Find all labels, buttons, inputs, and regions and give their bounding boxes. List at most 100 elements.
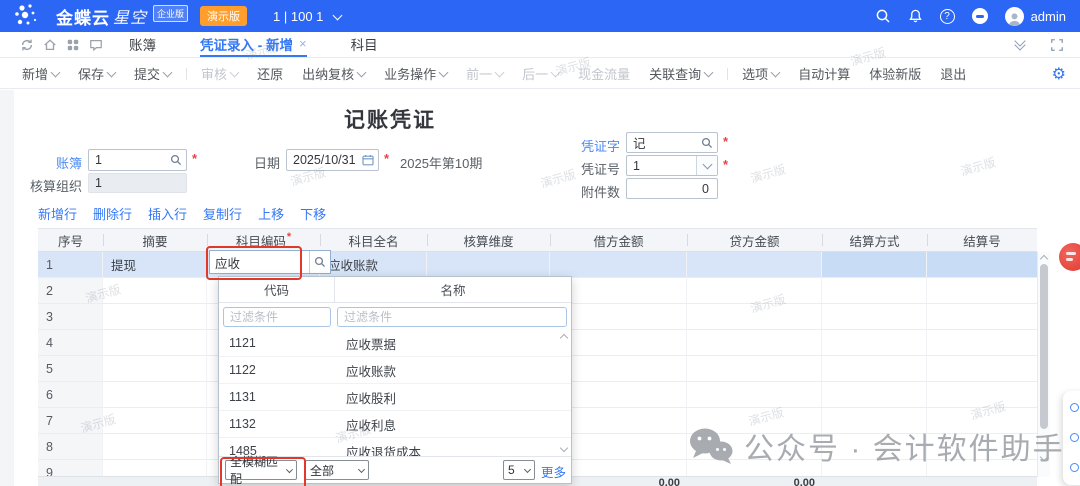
scrollbar-thumb[interactable] [1040, 264, 1048, 429]
row-settle-no-cell[interactable] [927, 382, 1037, 407]
dropdown-option[interactable]: 1131 应收股利 [219, 384, 571, 411]
fullscreen-icon[interactable] [1050, 38, 1064, 52]
copy-row-link[interactable]: 复制行 [203, 204, 242, 223]
gear-icon[interactable]: ⚙ [1052, 64, 1066, 83]
avatar[interactable] [1005, 7, 1024, 26]
row-seq-cell[interactable]: 4 [38, 330, 103, 355]
row-settle-no-cell[interactable] [927, 460, 1037, 477]
scope-select[interactable]: 全部 [305, 460, 369, 480]
help-icon[interactable]: ? [940, 9, 955, 24]
vertical-scrollbar[interactable] [1037, 252, 1050, 477]
lookup-search-icon[interactable] [309, 251, 330, 273]
floating-side-panel[interactable] [1063, 391, 1080, 485]
row-settle-no-cell[interactable] [927, 278, 1037, 303]
toolbar-try-new-version-button[interactable]: 体验新版 [869, 64, 921, 83]
toolbar-auto-calc-button[interactable]: 自动计算 [798, 64, 850, 83]
row-seq-cell[interactable]: 9 [38, 460, 103, 477]
chevron-down-icon[interactable] [696, 156, 717, 175]
date-input[interactable] [287, 150, 358, 170]
toolbar-business-ops-button[interactable]: 业务操作 [384, 64, 447, 83]
row-seq-cell[interactable]: 5 [38, 356, 103, 381]
voucher-no-input[interactable] [627, 156, 696, 175]
tab-accounts[interactable]: 科目 [351, 32, 378, 57]
row-settle-method-cell[interactable] [822, 330, 927, 355]
row-summary-cell[interactable]: 提现 [103, 252, 207, 277]
voucher-no-field[interactable] [626, 155, 718, 176]
toolbar-cashier-review-button[interactable]: 出纳复核 [302, 64, 365, 83]
tab-voucher-entry-new[interactable]: 凭证录入 - 新增 × [200, 32, 307, 57]
floating-badge[interactable] [1059, 243, 1080, 271]
voucher-word-label[interactable]: 凭证字 [556, 136, 620, 155]
toolbar-related-query-button[interactable]: 关联查询 [649, 64, 712, 83]
row-credit-cell[interactable] [687, 382, 822, 407]
row-settle-no-cell[interactable] [927, 434, 1037, 459]
notifications-icon[interactable] [908, 8, 923, 24]
toolbar-exit-button[interactable]: 退出 [940, 64, 966, 83]
add-row-link[interactable]: 新增行 [38, 204, 77, 223]
row-summary-cell[interactable] [103, 304, 207, 329]
search-icon[interactable] [875, 8, 891, 24]
toolbar-save-button[interactable]: 保存 [78, 64, 115, 83]
row-credit-cell[interactable] [687, 434, 822, 459]
tab-account-books[interactable]: 账簿 [129, 32, 156, 57]
row-seq-cell[interactable]: 3 [38, 304, 103, 329]
row-seq-cell[interactable]: 1 [38, 252, 103, 277]
row-settle-no-cell[interactable] [927, 356, 1037, 381]
delete-row-link[interactable]: 删除行 [93, 204, 132, 223]
row-summary-cell[interactable] [103, 434, 207, 459]
row-credit-cell[interactable] [687, 356, 822, 381]
row-settle-method-cell[interactable] [822, 434, 927, 459]
scroll-up-icon[interactable] [1040, 255, 1048, 263]
row-seq-cell[interactable]: 8 [38, 434, 103, 459]
row-credit-cell[interactable] [687, 304, 822, 329]
lookup-search-icon[interactable] [166, 150, 186, 170]
dropdown-option[interactable]: 1132 应收利息 [219, 411, 571, 438]
row-settle-method-cell[interactable] [822, 460, 927, 477]
apps-grid-icon[interactable] [66, 38, 80, 52]
toolbar-new-button[interactable]: 新增 [22, 64, 59, 83]
toolbar-restore-button[interactable]: 还原 [257, 64, 283, 83]
match-mode-select[interactable]: 全模糊匹配 [225, 460, 297, 480]
row-summary-cell[interactable] [103, 330, 207, 355]
row-dimension-cell[interactable] [427, 252, 550, 277]
row-settle-method-cell[interactable] [822, 252, 927, 277]
row-settle-method-cell[interactable] [822, 408, 927, 433]
row-summary-cell[interactable] [103, 382, 207, 407]
row-credit-cell[interactable] [687, 460, 822, 477]
toolbar-options-button[interactable]: 选项 [742, 64, 779, 83]
message-icon[interactable] [89, 38, 103, 52]
row-summary-cell[interactable] [103, 460, 207, 477]
account-book-label[interactable]: 账簿 [8, 153, 82, 172]
home-icon[interactable] [43, 38, 57, 52]
row-settle-no-cell[interactable] [927, 252, 1037, 277]
toolbar-next-button[interactable]: 后一 [522, 64, 559, 83]
voucher-word-field[interactable] [626, 132, 718, 153]
row-settle-method-cell[interactable] [822, 278, 927, 303]
row-seq-cell[interactable]: 2 [38, 278, 103, 303]
row-settle-no-cell[interactable] [927, 330, 1037, 355]
dropdown-option[interactable]: 1121 应收票据 [219, 330, 571, 357]
row-settle-method-cell[interactable] [822, 382, 927, 407]
do-not-disturb-icon[interactable] [972, 8, 988, 24]
dropdown-option[interactable]: 1122 应收账款 [219, 357, 571, 384]
attachments-field[interactable] [626, 178, 718, 199]
code-filter-input[interactable] [223, 307, 331, 327]
calendar-icon[interactable] [358, 150, 378, 170]
row-credit-cell[interactable] [687, 252, 822, 277]
row-settle-no-cell[interactable] [927, 408, 1037, 433]
toolbar-cashflow-button[interactable]: 现金流量 [578, 64, 630, 83]
table-row[interactable]: 1 提现 应收账款 [38, 252, 1037, 278]
row-settle-method-cell[interactable] [822, 356, 927, 381]
voucher-word-input[interactable] [627, 133, 697, 152]
row-credit-cell[interactable] [687, 408, 822, 433]
more-link[interactable]: 更多 [541, 462, 566, 481]
row-credit-cell[interactable] [687, 330, 822, 355]
toolbar-previous-button[interactable]: 前一 [466, 64, 503, 83]
row-account-fullname-cell[interactable]: 应收账款 [320, 252, 427, 277]
scroll-down-icon[interactable] [1040, 453, 1048, 461]
name-filter-input[interactable] [337, 307, 567, 327]
account-book-field[interactable] [88, 149, 187, 171]
row-summary-cell[interactable] [103, 356, 207, 381]
account-code-editor[interactable] [209, 250, 331, 274]
insert-row-link[interactable]: 插入行 [148, 204, 187, 223]
